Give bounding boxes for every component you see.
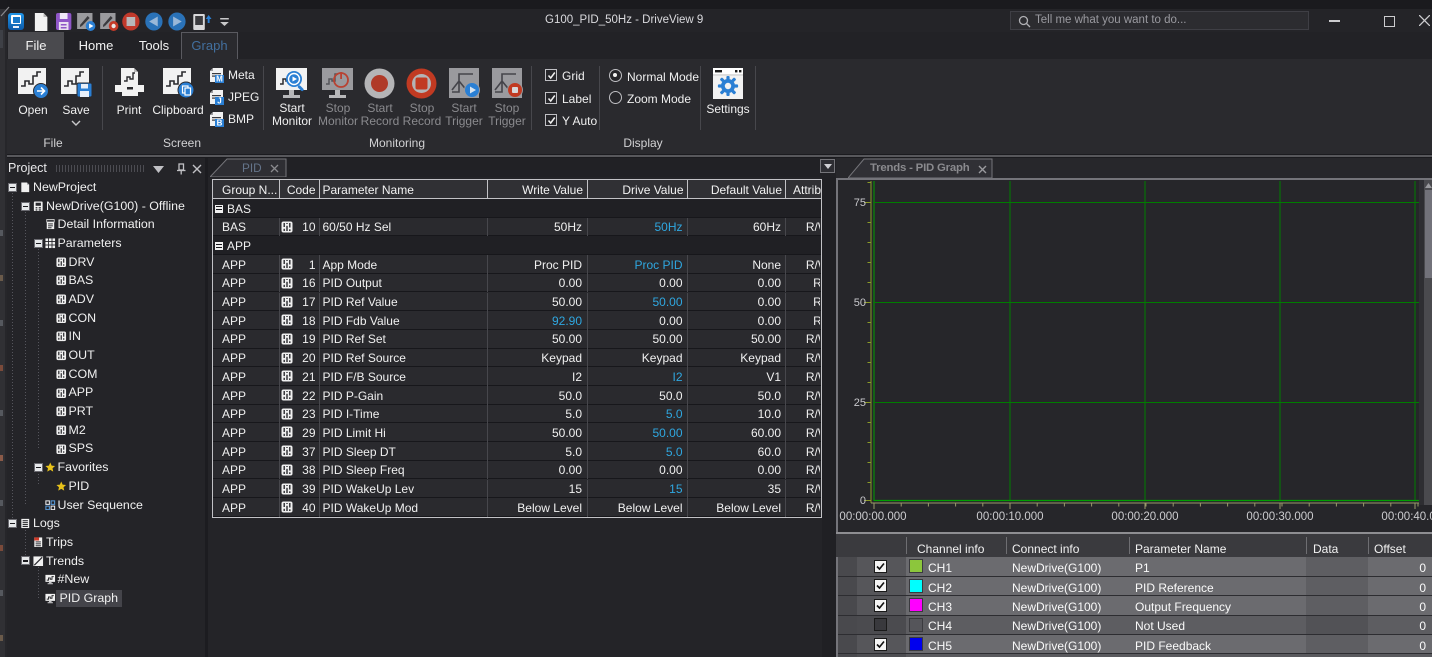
svg-text:75: 75 [854,197,866,209]
svg-text:00:00:00.000: 00:00:00.000 [839,511,906,523]
svg-text:B: B [217,119,223,128]
svg-text:M: M [216,75,223,84]
svg-text:25: 25 [854,397,866,409]
svg-text:00:00:10.000: 00:00:10.000 [976,511,1043,523]
svg-text:00:00:40.000: 00:00:40.000 [1381,511,1432,523]
svg-text:50: 50 [854,297,866,309]
svg-text:J: J [217,97,221,106]
svg-text:0: 0 [860,495,866,507]
svg-text:00:00:30.000: 00:00:30.000 [1246,511,1313,523]
svg-text:00:00:20.000: 00:00:20.000 [1111,511,1178,523]
